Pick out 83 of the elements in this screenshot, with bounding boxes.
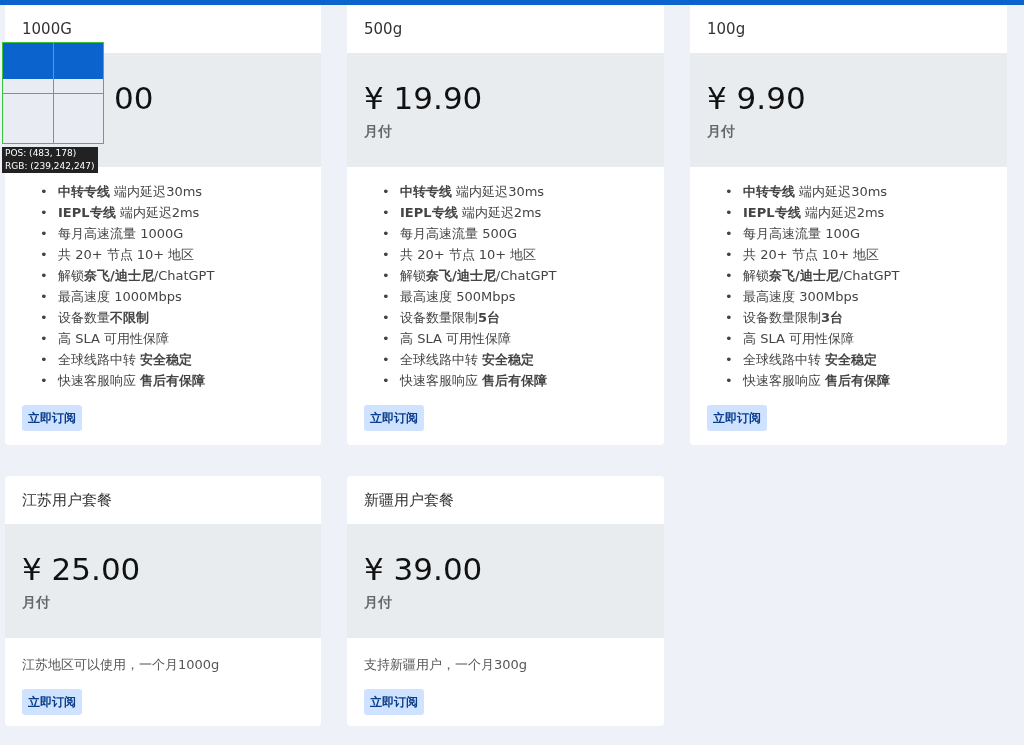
feature-item: 每月高速流量 500G [400, 225, 518, 243]
bullet-mark: • [382, 288, 391, 306]
bullet-mark: • [40, 183, 49, 201]
billing-period: 月付 [364, 122, 392, 141]
plan-title: 500g [364, 18, 403, 40]
feature-item: 全球线路中转 安全稳定 [58, 351, 193, 369]
billing-period: 月付 [364, 593, 392, 612]
plan-description: 江苏地区可以使用，一个月1000g [21, 656, 221, 674]
feature-item: 最高速度 1000Mbps [58, 288, 182, 306]
bullet-mark: • [40, 225, 49, 243]
feature-item: 中转专线 端内延迟30ms [58, 183, 203, 201]
bullet-mark: • [725, 204, 734, 222]
bullet-mark: • [40, 330, 49, 348]
bullet-mark: • [725, 351, 734, 369]
bullet-mark: • [382, 246, 391, 264]
bullet-mark: • [40, 351, 49, 369]
feature-item: 共 20+ 节点 10+ 地区 [743, 246, 880, 264]
feature-item: 高 SLA 可用性保障 [400, 330, 511, 348]
feature-item: 解锁奈飞/迪士尼/ChatGPT [743, 267, 900, 285]
billing-period: 月付 [707, 122, 735, 141]
bullet-mark: • [382, 267, 391, 285]
bullet-mark: • [40, 372, 49, 390]
bullet-mark: • [382, 330, 391, 348]
plan-price: ¥ 25.00 [22, 550, 141, 589]
bullet-mark: • [40, 309, 49, 327]
feature-item: 中转专线 端内延迟30ms [743, 183, 888, 201]
plan-price: ¥ 19.90 [364, 79, 483, 118]
bullet-mark: • [382, 225, 391, 243]
bullet-mark: • [382, 309, 391, 327]
feature-item: 每月高速流量 100G [743, 225, 861, 243]
plan-price: ¥ 9.90 [707, 79, 806, 118]
billing-period: 月付 [22, 593, 50, 612]
feature-item: 设备数量限制3台 [743, 309, 844, 327]
subscribe-button[interactable]: 立即订阅 [364, 688, 424, 715]
feature-item: 快速客服响应 售后有保障 [400, 372, 548, 390]
bullet-mark: • [725, 372, 734, 390]
bullet-mark: • [382, 204, 391, 222]
bullet-mark: • [40, 204, 49, 222]
subscribe-button[interactable]: 立即订阅 [22, 688, 82, 715]
bullet-mark: • [40, 246, 49, 264]
bullet-mark: • [725, 183, 734, 201]
subscribe-button[interactable]: 立即订阅 [22, 405, 82, 431]
bullet-mark: • [725, 246, 734, 264]
feature-item: 解锁奈飞/迪士尼/ChatGPT [400, 267, 557, 285]
feature-item: 高 SLA 可用性保障 [743, 330, 854, 348]
bullet-mark: • [725, 330, 734, 348]
subscribe-button[interactable]: 立即订阅 [707, 405, 767, 431]
feature-item: 快速客服响应 售后有保障 [58, 372, 206, 390]
bullet-mark: • [40, 267, 49, 285]
plan-title: 1000G [22, 18, 72, 40]
bullet-mark: • [382, 183, 391, 201]
feature-item: 全球线路中转 安全稳定 [743, 351, 878, 369]
bullet-mark: • [40, 288, 49, 306]
feature-item: IEPL专线 端内延迟2ms [400, 204, 542, 222]
bullet-mark: • [725, 267, 734, 285]
bullet-mark: • [725, 309, 734, 327]
feature-item: 快速客服响应 售后有保障 [743, 372, 891, 390]
rgb-readout: RGB: (239,242,247) [5, 160, 95, 173]
bullet-mark: • [382, 351, 391, 369]
feature-item: IEPL专线 端内延迟2ms [58, 204, 200, 222]
bullet-mark: • [725, 225, 734, 243]
feature-item: 每月高速流量 1000G [58, 225, 184, 243]
bullet-mark: • [725, 288, 734, 306]
plan-description: 支持新疆用户，一个月300g [363, 656, 529, 674]
feature-item: 中转专线 端内延迟30ms [400, 183, 545, 201]
subscribe-button[interactable]: 立即订阅 [364, 405, 424, 431]
plan-title: 新疆用户套餐 [364, 489, 454, 511]
feature-item: 解锁奈飞/迪士尼/ChatGPT [58, 267, 215, 285]
position-readout: POS: (483, 178) [5, 147, 78, 160]
bullet-mark: • [382, 372, 391, 390]
feature-item: 全球线路中转 安全稳定 [400, 351, 535, 369]
feature-item: 高 SLA 可用性保障 [58, 330, 169, 348]
plan-title: 江苏用户套餐 [22, 489, 112, 511]
feature-item: 共 20+ 节点 10+ 地区 [58, 246, 195, 264]
feature-item: 最高速度 300Mbps [743, 288, 859, 306]
feature-item: 最高速度 500Mbps [400, 288, 516, 306]
plan-title: 100g [707, 18, 746, 40]
feature-item: 设备数量限制5台 [400, 309, 501, 327]
plan-price: 00 [114, 79, 154, 118]
feature-item: 设备数量不限制 [58, 309, 149, 327]
plan-price: ¥ 39.00 [364, 550, 483, 589]
feature-item: IEPL专线 端内延迟2ms [743, 204, 885, 222]
feature-item: 共 20+ 节点 10+ 地区 [400, 246, 537, 264]
